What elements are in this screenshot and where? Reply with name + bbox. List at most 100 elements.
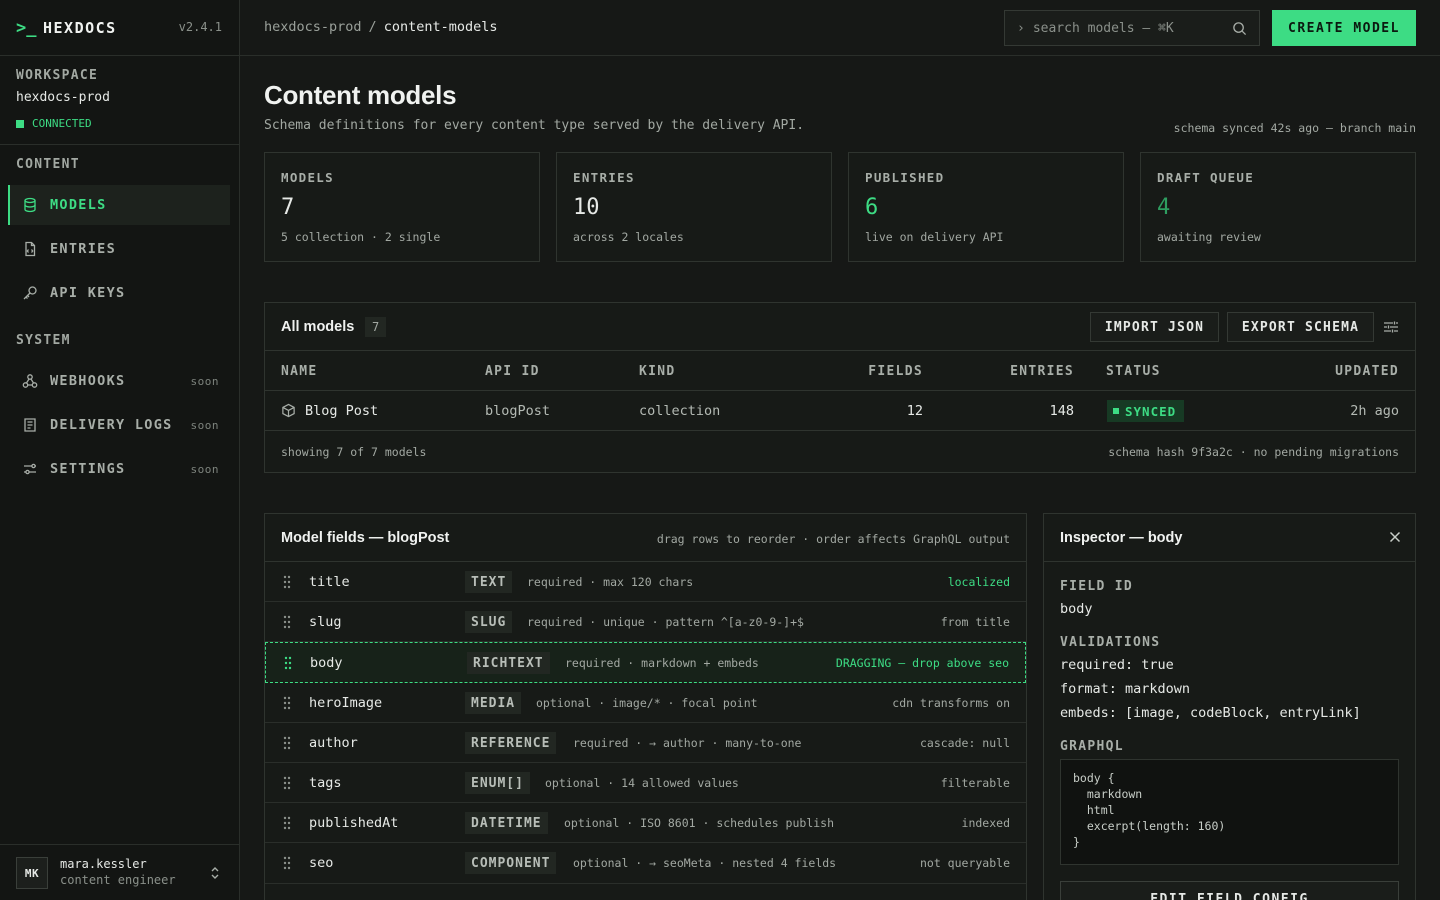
breadcrumb-current: content-models bbox=[383, 19, 498, 35]
file-icon bbox=[25, 241, 36, 257]
stat-value: 7 bbox=[281, 195, 295, 220]
drag-handle-icon[interactable] bbox=[283, 856, 291, 870]
field-name: slug bbox=[309, 614, 342, 630]
workspace-label: WORKSPACE bbox=[16, 68, 99, 83]
model-fields-count: 12 bbox=[906, 403, 923, 419]
status-badge-label: SYNCED bbox=[1125, 403, 1177, 419]
field-note: cdn transforms on bbox=[892, 696, 1010, 710]
status-square-icon bbox=[1113, 408, 1119, 414]
edit-field-config-button[interactable]: EDIT FIELD CONFIG bbox=[1060, 881, 1399, 900]
graphql-label: GRAPHQL bbox=[1060, 739, 1124, 754]
stat-label: DRAFT QUEUE bbox=[1157, 170, 1255, 185]
field-id-label: FIELD ID bbox=[1060, 579, 1134, 594]
graphql-code-block: body { markdown html excerpt(length: 160… bbox=[1060, 759, 1399, 865]
code-line: markdown bbox=[1073, 787, 1143, 801]
field-type-badge: REFERENCE bbox=[465, 732, 557, 754]
field-row-author[interactable]: author REFERENCE required · → author · m… bbox=[265, 723, 1026, 763]
column-header-updated[interactable]: UPDATED bbox=[1335, 364, 1399, 379]
code-line: } bbox=[1073, 835, 1080, 849]
field-note: cascade: null bbox=[919, 736, 1010, 750]
field-type-badge: RICHTEXT bbox=[467, 652, 550, 674]
drag-handle-icon[interactable] bbox=[283, 736, 291, 750]
stat-label: MODELS bbox=[281, 170, 334, 185]
user-name: mara.kessler bbox=[60, 857, 147, 871]
drag-handle-icon[interactable] bbox=[283, 816, 291, 830]
field-row-publishedat[interactable]: publishedAt DATETIME optional · ISO 8601… bbox=[265, 803, 1026, 843]
drag-handle-icon[interactable] bbox=[283, 776, 291, 790]
model-entries-count: 148 bbox=[1049, 403, 1074, 419]
field-type-badge: TEXT bbox=[465, 571, 513, 593]
field-row-body[interactable]: body RICHTEXT required · markdown + embe… bbox=[265, 642, 1026, 683]
drag-handle-icon[interactable] bbox=[283, 575, 291, 589]
field-row-seo[interactable]: seo COMPONENT optional · → seoMeta · nes… bbox=[265, 843, 1026, 884]
search-icon[interactable] bbox=[1232, 21, 1247, 36]
field-row-slug[interactable]: slug SLUG required · unique · pattern ^[… bbox=[265, 602, 1026, 642]
model-updated: 2h ago bbox=[1350, 403, 1399, 419]
stat-sub: live on delivery API bbox=[865, 230, 1004, 244]
breadcrumb-workspace[interactable]: hexdocs-prod bbox=[264, 19, 362, 35]
sidebar-item-label: API KEYS bbox=[50, 285, 126, 301]
table-row[interactable]: Blog Post blogPost collection 12 148 SYN… bbox=[265, 391, 1415, 431]
user-menu[interactable]: MK mara.kessler content engineer bbox=[0, 844, 239, 900]
field-name: publishedAt bbox=[309, 815, 399, 831]
soon-badge: soon bbox=[190, 374, 219, 388]
stat-value: 10 bbox=[573, 195, 600, 220]
sidebar-item-settings[interactable]: SETTINGS soon bbox=[8, 449, 230, 489]
sidebar-item-delivery-logs[interactable]: DELIVERY LOGS soon bbox=[8, 405, 230, 445]
column-header-entries[interactable]: ENTRIES bbox=[1010, 364, 1074, 379]
column-header-kind[interactable]: KIND bbox=[639, 364, 676, 379]
sidebar-item-label: WEBHOOKS bbox=[50, 373, 126, 389]
avatar: MK bbox=[16, 857, 48, 889]
field-type-badge: DATETIME bbox=[465, 812, 548, 834]
stat-value: 6 bbox=[865, 195, 879, 220]
validation-line: format: markdown bbox=[1060, 681, 1191, 697]
sidebar: >_ HEXDOCS v2.4.1 WORKSPACE hexdocs-prod… bbox=[0, 0, 240, 900]
pagination-summary: showing 7 of 7 models bbox=[281, 445, 427, 459]
create-model-button[interactable]: CREATE MODEL bbox=[1272, 10, 1416, 46]
import-json-button[interactable]: IMPORT JSON bbox=[1090, 312, 1219, 342]
drag-handle-icon[interactable] bbox=[283, 696, 291, 710]
field-name: heroImage bbox=[309, 695, 383, 711]
stat-label: PUBLISHED bbox=[865, 170, 945, 185]
search-input[interactable] bbox=[1032, 20, 1223, 36]
field-description: required · → author · many-to-one bbox=[573, 736, 802, 750]
panel-title: Model fields — blogPost bbox=[281, 530, 450, 546]
drag-handle-icon[interactable] bbox=[284, 656, 292, 670]
stat-card-draft-queue: DRAFT QUEUE 4 awaiting review bbox=[1140, 152, 1416, 262]
column-header-status[interactable]: STATUS bbox=[1106, 364, 1161, 379]
field-id-value: body bbox=[1060, 601, 1093, 617]
soon-badge: soon bbox=[190, 462, 219, 476]
field-type-badge: ENUM[] bbox=[465, 772, 530, 794]
drag-handle-icon[interactable] bbox=[283, 615, 291, 629]
field-type-badge: SLUG bbox=[465, 611, 513, 633]
sidebar-item-models[interactable]: MODELS bbox=[8, 185, 230, 225]
sidebar-item-entries[interactable]: ENTRIES bbox=[8, 229, 230, 269]
field-row-tags[interactable]: tags ENUM[] optional · 14 allowed values… bbox=[265, 763, 1026, 803]
stat-value: 4 bbox=[1157, 195, 1171, 220]
field-row-title[interactable]: title TEXT required · max 120 chars loca… bbox=[265, 562, 1026, 602]
chevron-up-down-icon[interactable] bbox=[209, 865, 221, 881]
field-row-heroimage[interactable]: heroImage MEDIA optional · image/* · foc… bbox=[265, 683, 1026, 723]
sidebar-item-webhooks[interactable]: WEBHOOKS soon bbox=[8, 361, 230, 401]
field-description: optional · ISO 8601 · schedules publish bbox=[564, 816, 835, 830]
column-header-api-id[interactable]: API ID bbox=[485, 364, 540, 379]
workspace-name[interactable]: hexdocs-prod bbox=[16, 90, 110, 105]
user-role: content engineer bbox=[60, 873, 176, 887]
search-box[interactable]: › bbox=[1004, 10, 1260, 46]
page-title: Content models bbox=[264, 80, 457, 110]
sidebar-item-api-keys[interactable]: API KEYS bbox=[8, 273, 230, 313]
filter-sliders-icon[interactable] bbox=[1383, 320, 1399, 334]
divider bbox=[0, 55, 239, 56]
webhook-icon bbox=[22, 374, 38, 388]
sidebar-item-label: MODELS bbox=[50, 197, 107, 213]
column-header-fields[interactable]: FIELDS bbox=[868, 364, 923, 379]
cube-icon bbox=[282, 403, 295, 418]
page-subtitle: Schema definitions for every content typ… bbox=[264, 118, 805, 133]
field-name: author bbox=[309, 735, 358, 751]
brand[interactable]: >_ HEXDOCS bbox=[16, 17, 117, 39]
close-icon[interactable] bbox=[1389, 531, 1401, 543]
field-type-badge: MEDIA bbox=[465, 692, 522, 714]
column-header-name[interactable]: NAME bbox=[281, 364, 318, 379]
export-schema-button[interactable]: EXPORT SCHEMA bbox=[1227, 312, 1374, 342]
terminal-logo-icon: >_ bbox=[16, 18, 37, 38]
